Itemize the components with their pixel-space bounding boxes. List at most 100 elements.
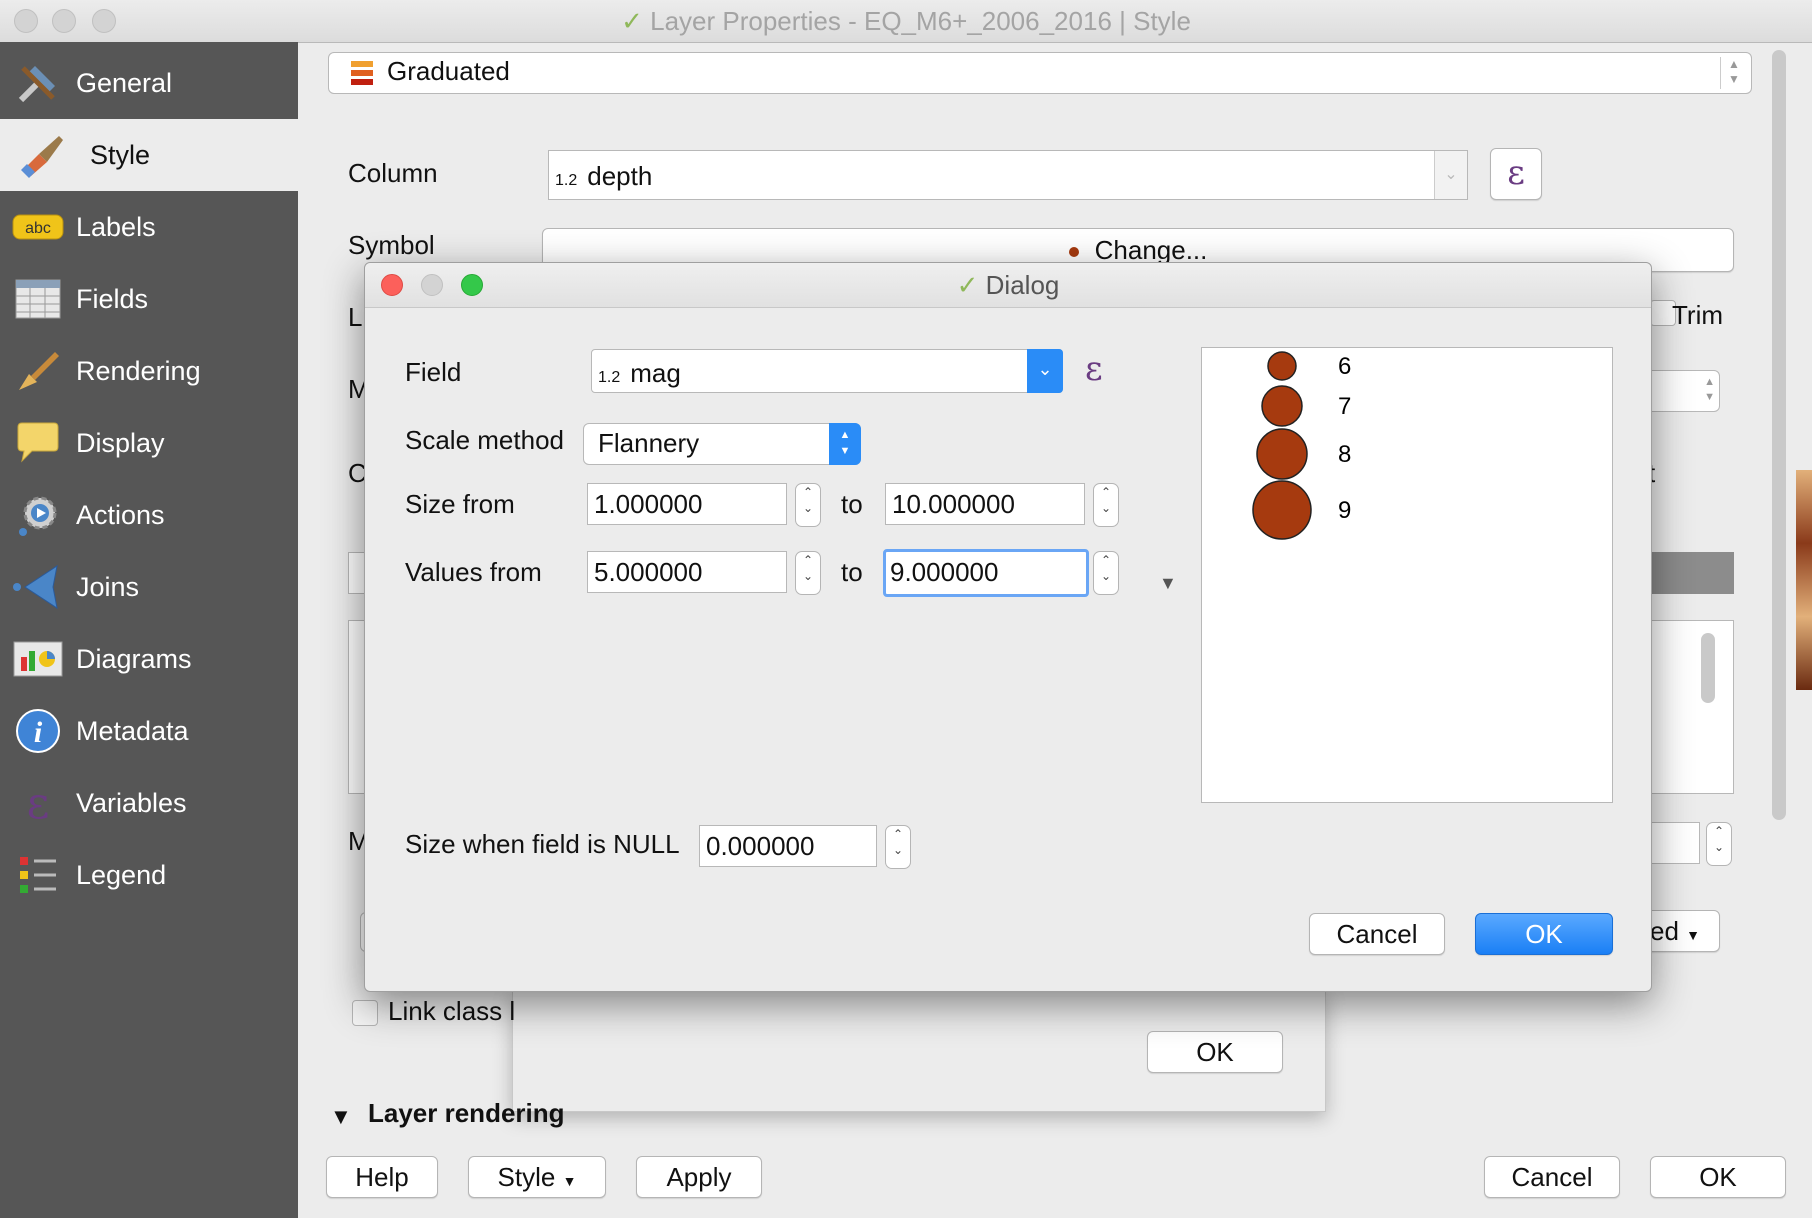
size-symbol-label-8: 8	[1338, 441, 1351, 468]
scale-method-select[interactable]: Flannery ▲ ▼	[583, 423, 861, 465]
renderer-select[interactable]: Graduated ▲ ▼	[328, 52, 1752, 94]
size-to-input[interactable]: 10.000000	[885, 483, 1085, 525]
renderer-value: Graduated	[387, 56, 510, 86]
values-to-input[interactable]: 9.000000	[883, 549, 1089, 597]
tools-icon	[10, 55, 66, 111]
size-symbol-9	[1252, 480, 1312, 540]
values-to-label: to	[841, 557, 863, 587]
expand-triangle-icon[interactable]: ▼	[1159, 573, 1177, 594]
style-menu-button[interactable]: Style ▼	[468, 1156, 606, 1198]
legend-icon	[10, 847, 66, 903]
graduated-icon	[351, 59, 377, 96]
scale-method-label: Scale method	[405, 425, 564, 455]
size-from-stepper[interactable]: ⌃ ⌄	[795, 483, 821, 527]
null-size-stepper[interactable]: ⌃ ⌄	[885, 825, 911, 869]
numeric-type-icon: 1.2	[598, 369, 621, 386]
null-size-input[interactable]: 0.000000	[699, 825, 877, 867]
collapse-triangle-icon[interactable]: ▼	[330, 1104, 352, 1130]
sidebar-item-general[interactable]: General	[0, 47, 298, 119]
svg-text:abc: abc	[25, 220, 51, 237]
sidebar-item-rendering[interactable]: Rendering	[0, 335, 298, 407]
field-expression-button[interactable]: ε	[1085, 349, 1103, 389]
field-label: Field	[405, 357, 462, 387]
column-value: depth	[587, 161, 653, 191]
column-label: Column	[348, 158, 438, 188]
size-symbol-6	[1267, 351, 1297, 381]
size-from-input[interactable]: 1.000000	[587, 483, 787, 525]
sidebar-item-display[interactable]: Display	[0, 407, 298, 479]
diagram-icon	[10, 631, 66, 687]
chevron-down-icon[interactable]: ⌄	[1027, 349, 1063, 393]
help-button[interactable]: Help	[326, 1156, 438, 1198]
abc-label-icon: abc	[10, 199, 66, 255]
info-icon: i	[10, 703, 66, 759]
column-field[interactable]: 1.2 depth ⌄	[548, 150, 1468, 200]
values-from-input[interactable]: 5.000000	[587, 551, 787, 593]
window-titlebar: ✓ Layer Properties - EQ_M6+_2006_2016 | …	[0, 0, 1812, 43]
trim-label: Trim	[1672, 300, 1724, 330]
chevron-updown-icon: ▲ ▼	[1720, 57, 1747, 89]
page-scrollbar[interactable]	[1772, 50, 1786, 820]
epsilon-icon: ε	[26, 777, 50, 829]
brush-icon	[10, 343, 66, 399]
mode-stepper[interactable]: ⌃ ⌄	[1706, 822, 1732, 866]
scale-method-value: Flannery	[598, 428, 700, 458]
sidebar-item-diagrams[interactable]: Diagrams	[0, 623, 298, 695]
ok-button[interactable]: OK	[1650, 1156, 1786, 1198]
size-from-label: Size from	[405, 489, 515, 519]
table-scrollbar[interactable]	[1701, 633, 1715, 703]
chevron-down-icon[interactable]: ⌄	[1434, 151, 1467, 199]
background-dialog: OK	[512, 990, 1326, 1112]
obscured-label-l: L	[348, 302, 363, 332]
size-symbol-7	[1261, 385, 1303, 427]
symbol-dot-icon	[1068, 247, 1079, 258]
table-icon	[10, 271, 66, 327]
values-from-label: Values from	[405, 557, 542, 587]
field-value: mag	[630, 358, 681, 388]
sidebar-item-labels[interactable]: abc Labels	[0, 191, 298, 263]
dialog-ok-button[interactable]: OK	[1475, 913, 1613, 955]
column-expression-button[interactable]: ε	[1490, 148, 1542, 200]
dialog-cancel-button[interactable]: Cancel	[1309, 913, 1445, 955]
mode-select[interactable]: ▲ ▼	[1640, 370, 1720, 412]
properties-sidebar: General Style abc Labels Fields Renderin…	[0, 42, 298, 1218]
chevron-updown-icon: ▲ ▼	[829, 423, 861, 465]
size-symbol-label-7: 7	[1338, 393, 1351, 420]
dialog-title: Dialog	[985, 270, 1060, 300]
sidebar-item-variables[interactable]: ε Variables	[0, 767, 298, 839]
map-canvas-edge	[1796, 470, 1812, 690]
cancel-button[interactable]: Cancel	[1484, 1156, 1620, 1198]
apply-button[interactable]: Apply	[636, 1156, 762, 1198]
sidebar-item-fields[interactable]: Fields	[0, 263, 298, 335]
sidebar-item-metadata[interactable]: i Metadata	[0, 695, 298, 767]
svg-text:i: i	[34, 716, 43, 749]
size-symbol-label-9: 9	[1338, 497, 1351, 524]
symbol-label: Symbol	[348, 230, 435, 260]
size-assistant-dialog: ✓ Dialog Field 1.2 mag ⌄ ε Scale method F…	[364, 262, 1652, 992]
sidebar-item-style[interactable]: Style	[0, 119, 298, 191]
field-select[interactable]: 1.2 mag ⌄	[591, 349, 1063, 393]
values-from-stepper[interactable]: ⌃ ⌄	[795, 551, 821, 595]
dialog-titlebar: ✓ Dialog	[365, 263, 1651, 308]
size-symbol-label-6: 6	[1338, 353, 1351, 380]
sidebar-item-joins[interactable]: Joins	[0, 551, 298, 623]
values-to-stepper[interactable]: ⌃ ⌄	[1093, 551, 1119, 595]
link-class-checkbox[interactable]	[352, 1000, 378, 1026]
speech-bubble-icon	[10, 415, 66, 471]
epsilon-icon: ε	[1507, 153, 1525, 193]
background-dialog-ok-button[interactable]: OK	[1147, 1031, 1283, 1073]
sidebar-item-actions[interactable]: Actions	[0, 479, 298, 551]
dropdown-arrow-icon: ▼	[562, 1173, 577, 1189]
sidebar-item-legend[interactable]: Legend	[0, 839, 298, 911]
size-preview-panel: 6 7 8 9	[1201, 347, 1613, 803]
join-arrow-icon	[10, 559, 66, 615]
paintbrush-icon	[14, 127, 70, 183]
chevron-updown-icon: ▲ ▼	[1704, 376, 1715, 403]
dropdown-arrow-icon: ▼	[1686, 927, 1700, 943]
qgis-icon: ✓	[621, 6, 643, 36]
size-to-stepper[interactable]: ⌃ ⌄	[1093, 483, 1119, 527]
color-ramp-preview[interactable]	[1640, 552, 1734, 594]
null-size-label: Size when field is NULL	[405, 829, 680, 859]
qgis-icon: ✓	[956, 270, 979, 300]
size-to-label: to	[841, 489, 863, 519]
